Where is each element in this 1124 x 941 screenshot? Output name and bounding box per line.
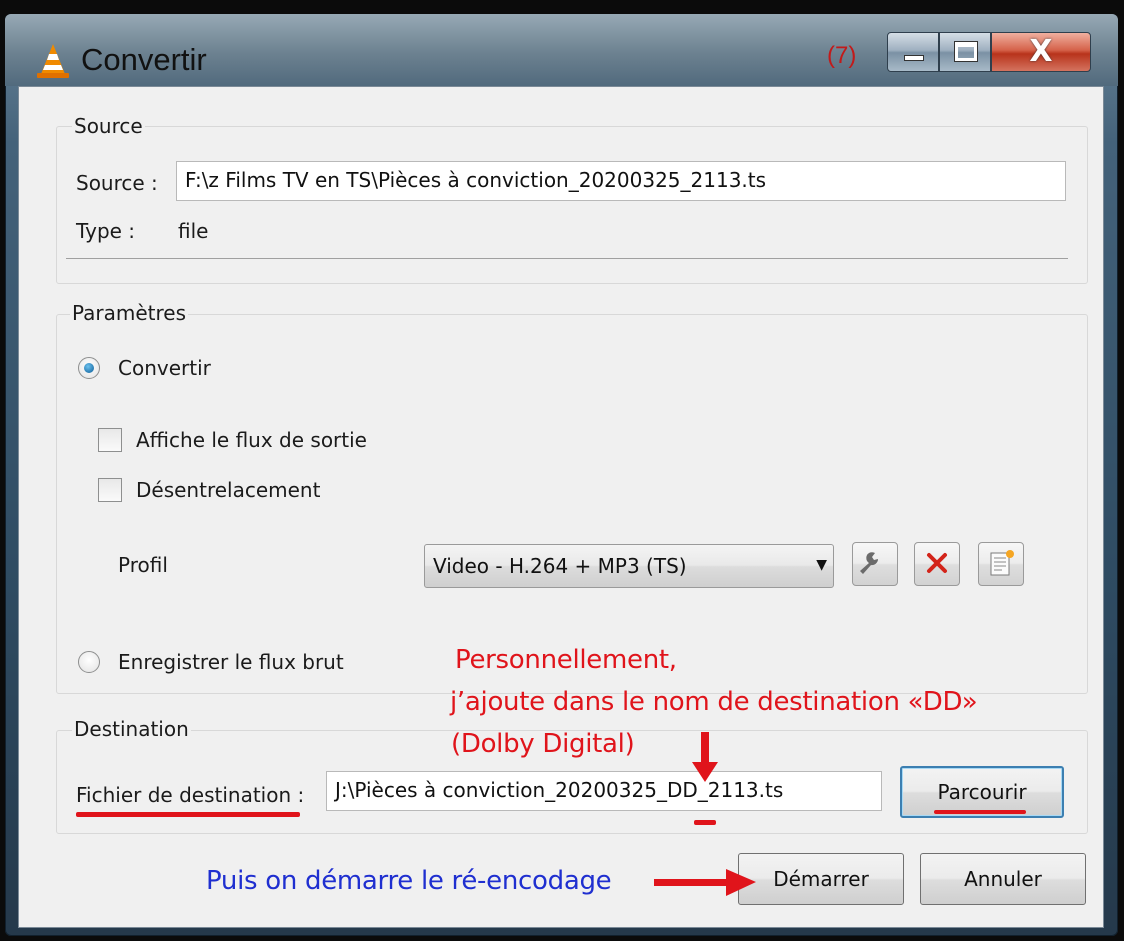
wrench-icon xyxy=(860,552,879,574)
params-group-label: Paramètres xyxy=(70,301,189,325)
profile-selected-value: Video - H.264 + MP3 (TS) xyxy=(433,554,687,578)
annotation-note-line2: j’ajoute dans le nom de destination «DD» xyxy=(450,687,978,717)
destination-label-underline xyxy=(76,812,300,817)
step-annotation: (7) xyxy=(827,42,857,69)
type-value: file xyxy=(178,219,209,243)
destination-group-label: Destination xyxy=(72,717,191,741)
show-output-checkbox[interactable] xyxy=(98,428,122,452)
window-title: Convertir xyxy=(81,42,207,77)
annotation-down-arrow xyxy=(692,732,718,782)
chevron-down-icon: ▼ xyxy=(816,557,827,573)
source-group-label: Source xyxy=(72,114,145,138)
destination-file-label: Fichier de destination : xyxy=(76,783,305,807)
profile-dropdown[interactable]: Video - H.264 + MP3 (TS) ▼ xyxy=(424,544,834,588)
delete-icon xyxy=(927,553,947,573)
destination-file-input[interactable]: J:\Pièces à conviction_20200325_DD_2113.… xyxy=(326,771,882,811)
source-field-label: Source : xyxy=(76,171,158,195)
dd-underline xyxy=(694,820,716,825)
start-button-label: Démarrer xyxy=(773,867,869,891)
edit-profile-button[interactable] xyxy=(852,542,898,586)
convert-radio[interactable] xyxy=(78,357,100,379)
source-path-field[interactable]: F:\z Films TV en TS\Pièces à conviction_… xyxy=(176,161,1066,201)
annotation-note-line3: (Dolby Digital) xyxy=(451,729,635,759)
type-label: Type : xyxy=(76,219,136,243)
browse-button-label: Parcourir xyxy=(937,780,1027,804)
annotation-right-arrow xyxy=(654,869,756,896)
vlc-cone-icon xyxy=(37,44,69,78)
screenshot-background: Convertir (7) X Source Source : F:\z Fil… xyxy=(0,0,1124,941)
annotation-note-line1: Personnellement, xyxy=(455,645,677,675)
annotation-start-hint: Puis on démarre le ré-encodage xyxy=(206,866,612,896)
profile-label: Profil xyxy=(118,553,168,577)
start-button[interactable]: Démarrer xyxy=(738,853,904,905)
cancel-button[interactable]: Annuler xyxy=(920,853,1086,905)
dump-raw-radio[interactable] xyxy=(78,651,100,673)
new-profile-button[interactable] xyxy=(978,542,1024,586)
title-bar[interactable]: Convertir (7) X xyxy=(5,14,1118,86)
close-button[interactable]: X xyxy=(991,32,1091,72)
source-separator xyxy=(66,258,1068,259)
show-output-label[interactable]: Affiche le flux de sortie xyxy=(136,428,367,452)
deinterlace-label[interactable]: Désentrelacement xyxy=(136,478,320,502)
close-icon: X xyxy=(1029,34,1053,69)
minimize-button[interactable] xyxy=(887,32,939,72)
dump-raw-label[interactable]: Enregistrer le flux brut xyxy=(118,650,344,674)
new-profile-icon xyxy=(990,550,1014,576)
convert-radio-label[interactable]: Convertir xyxy=(118,356,211,380)
browse-underline xyxy=(934,810,1026,814)
delete-profile-button[interactable] xyxy=(914,542,960,586)
source-groupbox xyxy=(56,126,1088,284)
deinterlace-checkbox[interactable] xyxy=(98,478,122,502)
cancel-button-label: Annuler xyxy=(964,867,1042,891)
maximize-button[interactable] xyxy=(939,32,991,72)
